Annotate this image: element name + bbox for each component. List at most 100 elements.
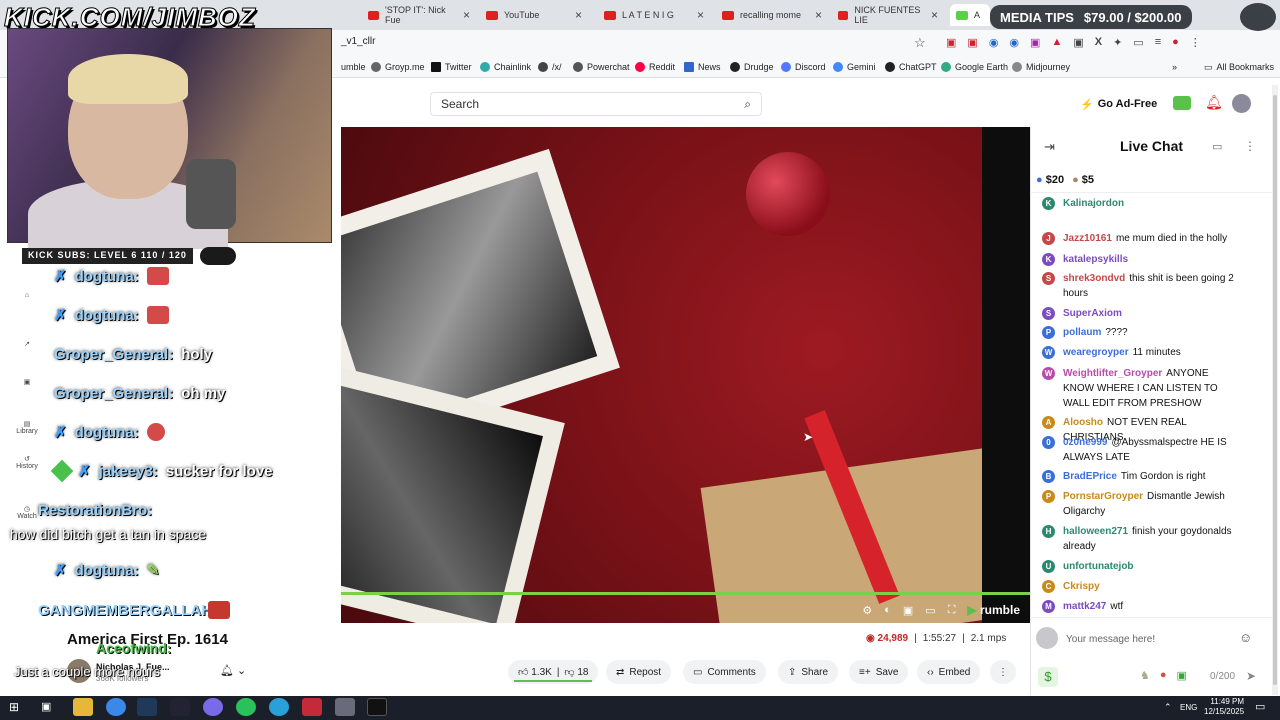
extension-icon[interactable]: ◉ [989, 36, 999, 49]
share-button[interactable]: ⇪ Share [778, 660, 839, 684]
repost-button[interactable]: ⇄ Repost [606, 660, 672, 684]
send-icon[interactable]: ➤ [1246, 669, 1256, 683]
close-icon[interactable]: × [697, 8, 704, 22]
extension-icon[interactable]: ▲ [1051, 36, 1062, 49]
emote-icon[interactable]: ♞ [1140, 669, 1150, 682]
bookmark[interactable]: Discord [781, 59, 826, 75]
bookmark[interactable]: Chainlink [480, 59, 531, 75]
page-scrollbar[interactable] [1272, 85, 1278, 695]
chat-username[interactable]: shrek3ondvd [1063, 273, 1125, 284]
emoji-icon[interactable]: ☺ [1239, 630, 1252, 645]
chat-user-avatar[interactable]: W [1042, 346, 1055, 359]
video-player[interactable] [341, 127, 1030, 623]
close-icon[interactable]: × [463, 8, 470, 22]
puzzle-icon[interactable]: ✦ [1113, 36, 1122, 49]
chat-user-avatar[interactable]: U [1042, 560, 1055, 573]
chat-user-avatar[interactable]: A [1042, 416, 1055, 429]
dislike-button[interactable]: 👎︎ 18 [564, 666, 588, 678]
kebab-menu-icon[interactable]: ⋮ [1190, 36, 1201, 49]
chat-username[interactable]: PornstarGroyper [1063, 491, 1143, 502]
profile-icon[interactable]: ● [1172, 36, 1179, 49]
go-ad-free-button[interactable]: ⚡ Go Ad-Free [1080, 94, 1157, 114]
file-explorer-icon[interactable] [73, 698, 93, 716]
chat-username[interactable]: mattk247 [1063, 601, 1106, 612]
notification-bell-icon[interactable]: 🔔︎ ⌄ [220, 664, 246, 677]
fullscreen-icon[interactable]: ⛶ [948, 604, 956, 617]
bell-icon[interactable]: 🔔︎ [1205, 94, 1223, 111]
chat-username[interactable]: pollaum [1063, 327, 1101, 338]
sidebar-library-item[interactable]: ▤ Library [12, 420, 42, 444]
like-button[interactable]: 👍︎ 1.3K [518, 666, 552, 678]
system-clock[interactable]: 11:49 PM 12/15/2025 [1204, 697, 1244, 717]
chat-username[interactable]: Weightlifter_Groyper [1063, 368, 1162, 379]
app-icon[interactable] [335, 698, 355, 716]
sidebar-home-icon[interactable]: ⌂ [12, 292, 42, 316]
comments-button[interactable]: ▭ Comments [683, 660, 766, 684]
chat-username[interactable]: Aloosho [1063, 417, 1103, 428]
search-input[interactable]: Search ⌕ [430, 92, 762, 116]
more-options-button[interactable]: ⋮ [990, 660, 1016, 684]
chat-user-avatar[interactable]: B [1042, 470, 1055, 483]
telegram-icon[interactable] [269, 698, 289, 716]
chat-user-avatar[interactable]: S [1042, 272, 1055, 285]
tab-nick-fuentes[interactable]: NICK FUENTES LIE × [832, 4, 944, 26]
close-icon[interactable]: × [931, 8, 938, 22]
collapse-chat-icon[interactable]: ⇥ [1044, 139, 1055, 155]
autoplay-toggle[interactable]: ◐ [884, 604, 891, 616]
app-icon[interactable] [170, 698, 190, 716]
chat-username[interactable]: Ckrispy [1063, 581, 1100, 592]
tray-chevron-icon[interactable]: ⌃ [1164, 702, 1172, 713]
x-icon[interactable]: X [1095, 36, 1102, 49]
extension-icon[interactable]: ◉ [1009, 36, 1019, 49]
start-icon[interactable]: ⊞ [9, 700, 19, 714]
steam-icon[interactable] [137, 698, 157, 716]
chat-user-avatar[interactable]: H [1042, 525, 1055, 538]
spotify-icon[interactable] [236, 698, 256, 716]
sidebar-shop-icon[interactable]: ▣ [12, 378, 42, 402]
user-avatar[interactable] [1232, 94, 1251, 113]
tip-badge[interactable]: ● $20 [1036, 174, 1064, 186]
chat-username[interactable]: 0z0ne999 [1063, 437, 1107, 448]
close-icon[interactable]: × [815, 8, 822, 22]
all-bookmarks[interactable]: ▭ All Bookmarks [1204, 59, 1274, 75]
discord-taskbar-icon[interactable] [203, 698, 223, 716]
chat-user-avatar[interactable]: P [1042, 326, 1055, 339]
chat-username[interactable]: unfortunatejob [1063, 561, 1134, 572]
bookmark[interactable]: umble [341, 59, 366, 75]
bookmarks-overflow-icon[interactable]: » [1172, 59, 1177, 75]
bookmark[interactable]: Drudge [730, 59, 774, 75]
go-live-icon[interactable] [1173, 96, 1191, 110]
chrome-icon[interactable] [106, 698, 126, 716]
bookmark[interactable]: /x/ [538, 59, 562, 75]
language-indicator[interactable]: ENG [1180, 703, 1197, 712]
chat-message-input[interactable]: Your message here! [1066, 628, 1256, 650]
chat-username[interactable]: wearegroyper [1063, 347, 1129, 358]
tip-badge[interactable]: ● $5 [1072, 174, 1094, 186]
chat-user-avatar[interactable]: S [1042, 307, 1055, 320]
app-icon[interactable] [302, 698, 322, 716]
tab-stop-it[interactable]: 'STOP IT': Nick Fue × [362, 4, 476, 26]
chat-user-avatar[interactable]: W [1042, 367, 1055, 380]
tab-youtube[interactable]: YouTube × [480, 4, 588, 26]
chat-username[interactable]: katalepsykills [1063, 254, 1128, 265]
close-icon[interactable]: × [575, 8, 582, 22]
popout-chat-icon[interactable]: ▭ [1212, 140, 1222, 153]
chat-user-avatar[interactable]: P [1042, 490, 1055, 503]
obs-icon[interactable] [367, 698, 387, 716]
miniplayer-icon[interactable]: ▣ [903, 604, 913, 617]
bookmark[interactable]: Google Earth [941, 59, 1008, 75]
scrollbar-thumb[interactable] [1273, 95, 1277, 685]
bookmark[interactable]: News [684, 59, 721, 75]
chat-username[interactable]: Jazz10161 [1063, 233, 1112, 244]
video-progress-bar[interactable] [341, 592, 1030, 595]
bookmark[interactable]: Reddit [635, 59, 675, 75]
chat-username[interactable]: SuperAxiom [1063, 308, 1122, 319]
chat-user-avatar[interactable]: C [1042, 580, 1055, 593]
chat-user-avatar[interactable]: 0 [1042, 436, 1055, 449]
bookmark[interactable]: Midjourney [1012, 59, 1070, 75]
star-icon[interactable]: ☆ [914, 35, 926, 51]
chat-menu-icon[interactable]: ⋮ [1244, 139, 1256, 153]
embed-button[interactable]: ‹› Embed [917, 660, 981, 684]
chat-user-avatar[interactable]: K [1042, 197, 1055, 210]
tab-active[interactable]: A [950, 4, 990, 26]
